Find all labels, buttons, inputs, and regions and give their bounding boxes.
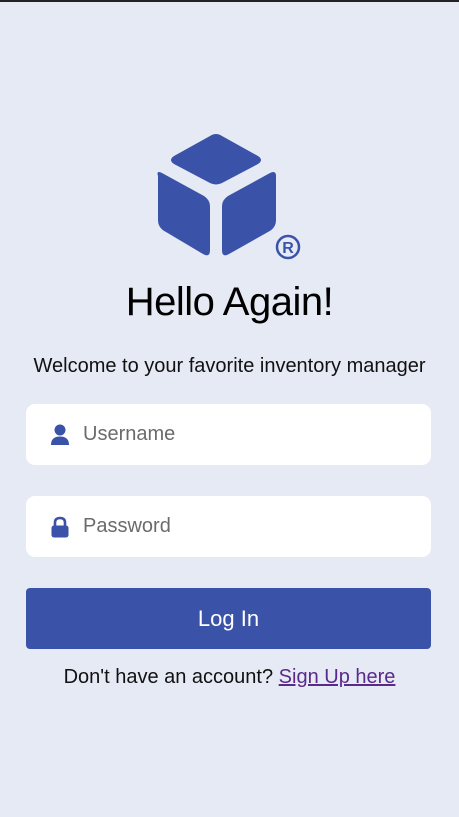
user-icon bbox=[49, 424, 71, 446]
password-input[interactable] bbox=[83, 515, 403, 538]
signup-link[interactable]: Sign Up here bbox=[279, 666, 396, 688]
signup-prompt-text: Don't have an account? bbox=[63, 666, 274, 688]
page-title: Hello Again! bbox=[125, 280, 334, 324]
username-field-container[interactable] bbox=[26, 404, 431, 465]
lock-icon bbox=[49, 516, 71, 538]
signup-prompt-row: Don't have an account? Sign Up here bbox=[0, 666, 459, 689]
page-subtitle: Welcome to your favorite inventory manag… bbox=[33, 355, 426, 377]
window-top-border bbox=[0, 0, 459, 2]
cube-logo-icon: R bbox=[157, 134, 301, 260]
login-button[interactable]: Log In bbox=[26, 588, 431, 649]
svg-text:R: R bbox=[282, 240, 294, 257]
username-input[interactable] bbox=[83, 423, 403, 446]
password-field-container[interactable] bbox=[26, 496, 431, 557]
